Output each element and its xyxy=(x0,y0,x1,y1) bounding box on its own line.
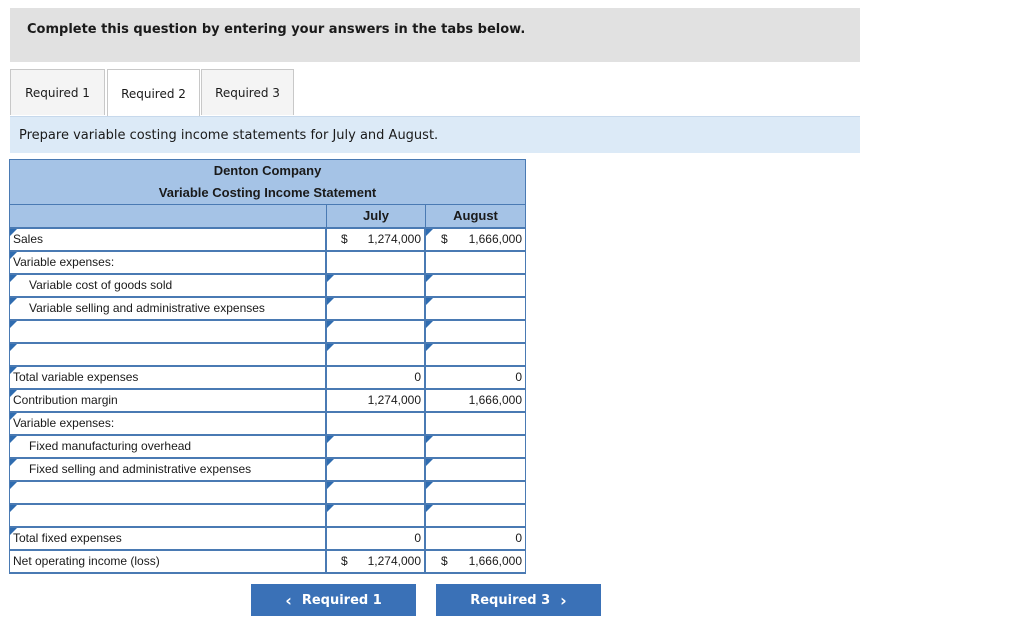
dollar-sign: $ xyxy=(341,554,348,568)
row-label-fixed-expenses-header[interactable]: Variable expenses: xyxy=(10,413,325,434)
row-label-variable-sga[interactable]: Variable selling and administrative expe… xyxy=(10,298,325,319)
contribution-july-value: 1,274,000 xyxy=(327,390,424,411)
fixed-mfg-july-input[interactable] xyxy=(327,436,424,457)
next-required-3-button[interactable]: Required 3 › xyxy=(436,584,601,616)
blank-row-label-input[interactable] xyxy=(10,321,325,342)
variable-cogs-august-input[interactable] xyxy=(426,275,525,296)
chevron-right-icon: › xyxy=(560,590,567,610)
blank-row-august-input[interactable] xyxy=(426,344,525,365)
fixed-sga-august-input[interactable] xyxy=(426,459,525,480)
blank-row-july-input[interactable] xyxy=(327,321,424,342)
total-variable-august-value: 0 xyxy=(426,367,525,388)
tab-required-3[interactable]: Required 3 xyxy=(201,69,294,115)
next-button-label: Required 3 xyxy=(470,592,551,608)
total-fixed-july-value: 0 xyxy=(327,528,424,549)
variable-header-july-cell xyxy=(327,252,424,273)
previous-button-label: Required 1 xyxy=(301,592,382,608)
column-header-august: August xyxy=(426,205,525,227)
blank-row-label-input[interactable] xyxy=(10,344,325,365)
label-column-header xyxy=(10,205,326,227)
tab-required-1[interactable]: Required 1 xyxy=(10,69,105,115)
tab-required-2[interactable]: Required 2 xyxy=(107,69,200,117)
instructions-banner: Complete this question by entering your … xyxy=(10,8,860,62)
total-variable-july-value: 0 xyxy=(327,367,424,388)
variable-header-august-cell xyxy=(426,252,525,273)
row-label-variable-expenses[interactable]: Variable expenses: xyxy=(10,252,325,273)
net-income-august-field: $1,666,000 xyxy=(426,551,525,572)
prompt-text: Prepare variable costing income statemen… xyxy=(19,128,439,143)
chevron-left-icon: ‹ xyxy=(285,590,292,610)
total-fixed-august-value: 0 xyxy=(426,528,525,549)
row-label-total-variable[interactable]: Total variable expenses xyxy=(10,367,325,388)
blank-row-august-input[interactable] xyxy=(426,505,525,526)
fixed-mfg-august-input[interactable] xyxy=(426,436,525,457)
blank-row-label-input[interactable] xyxy=(10,482,325,503)
blank-row-label-input[interactable] xyxy=(10,505,325,526)
sales-july-value: 1,274,000 xyxy=(367,232,421,246)
row-label-variable-cogs[interactable]: Variable cost of goods sold xyxy=(10,275,325,296)
blank-row-july-input[interactable] xyxy=(327,505,424,526)
blank-row-august-input[interactable] xyxy=(426,321,525,342)
net-income-august-value: 1,666,000 xyxy=(468,554,522,568)
net-income-july-field: $1,274,000 xyxy=(327,551,424,572)
company-name: Denton Company xyxy=(10,160,525,182)
blank-row-july-input[interactable] xyxy=(327,344,424,365)
dollar-sign: $ xyxy=(341,232,348,246)
blank-row-july-input[interactable] xyxy=(327,482,424,503)
contribution-august-value: 1,666,000 xyxy=(426,390,525,411)
sales-july-field[interactable]: $1,274,000 xyxy=(327,229,424,250)
row-label-sales[interactable]: Sales xyxy=(10,229,325,250)
sales-august-value: 1,666,000 xyxy=(468,232,522,246)
dollar-sign: $ xyxy=(441,554,448,568)
net-income-july-value: 1,274,000 xyxy=(367,554,421,568)
dollar-sign: $ xyxy=(441,232,448,246)
column-header-july: July xyxy=(327,205,425,227)
row-label-total-fixed[interactable]: Total fixed expenses xyxy=(10,528,325,549)
variable-cogs-july-input[interactable] xyxy=(327,275,424,296)
variable-sga-july-input[interactable] xyxy=(327,298,424,319)
question-prompt: Prepare variable costing income statemen… xyxy=(10,116,860,153)
instructions-text: Complete this question by entering your … xyxy=(27,22,526,37)
fixed-sga-july-input[interactable] xyxy=(327,459,424,480)
statement-title: Variable Costing Income Statement xyxy=(10,182,525,204)
row-label-fixed-manufacturing[interactable]: Fixed manufacturing overhead xyxy=(10,436,325,457)
fixed-header-july-cell xyxy=(327,413,424,434)
income-statement-table: Denton Company Variable Costing Income S… xyxy=(9,159,526,574)
previous-required-1-button[interactable]: ‹ Required 1 xyxy=(251,584,416,616)
blank-row-august-input[interactable] xyxy=(426,482,525,503)
row-label-contribution-margin[interactable]: Contribution margin xyxy=(10,390,325,411)
row-label-fixed-sga[interactable]: Fixed selling and administrative expense… xyxy=(10,459,325,480)
row-label-net-operating-income: Net operating income (loss) xyxy=(10,551,325,572)
variable-sga-august-input[interactable] xyxy=(426,298,525,319)
sales-august-field[interactable]: $1,666,000 xyxy=(426,229,525,250)
fixed-header-august-cell xyxy=(426,413,525,434)
